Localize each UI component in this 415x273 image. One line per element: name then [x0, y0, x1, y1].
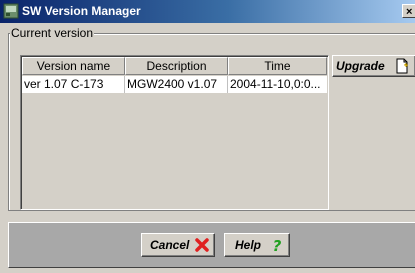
cell-time: 2004-11-10,0:0...: [230, 77, 321, 91]
red-x-icon: [194, 237, 210, 253]
upgrade-button[interactable]: Upgrade: [332, 55, 415, 77]
version-table[interactable]: Version name Description Time ver 1.07 C…: [20, 55, 329, 210]
question-mark-icon: ?: [269, 237, 285, 255]
column-header-version-name[interactable]: Version name: [22, 57, 125, 75]
table-row[interactable]: ver 1.07 C-173 MGW2400 v1.07 2004-11-10,…: [22, 76, 327, 93]
window-title: SW Version Manager: [22, 4, 141, 18]
title-bar[interactable]: SW Version Manager ×: [0, 0, 415, 23]
new-document-icon: [394, 58, 410, 74]
version-table-body: Version name Description Time ver 1.07 C…: [21, 56, 328, 209]
cancel-label: Cancel: [150, 238, 190, 252]
column-header-time[interactable]: Time: [228, 57, 327, 75]
svg-text:?: ?: [273, 237, 282, 253]
table-header: Version name Description Time: [22, 57, 327, 76]
help-button[interactable]: Help ?: [224, 233, 290, 257]
cancel-button[interactable]: Cancel: [141, 233, 215, 257]
app-icon: [3, 3, 19, 19]
current-version-legend: Current version: [10, 26, 95, 40]
cell-version-name: ver 1.07 C-173: [22, 76, 125, 93]
upgrade-label: Upgrade: [336, 59, 385, 73]
cell-description: MGW2400 v1.07: [125, 76, 228, 93]
column-header-description[interactable]: Description: [125, 57, 228, 75]
close-button[interactable]: ×: [402, 4, 415, 18]
sw-version-manager-window: SW Version Manager × Current version Ver…: [0, 0, 415, 273]
help-label: Help: [235, 238, 262, 252]
